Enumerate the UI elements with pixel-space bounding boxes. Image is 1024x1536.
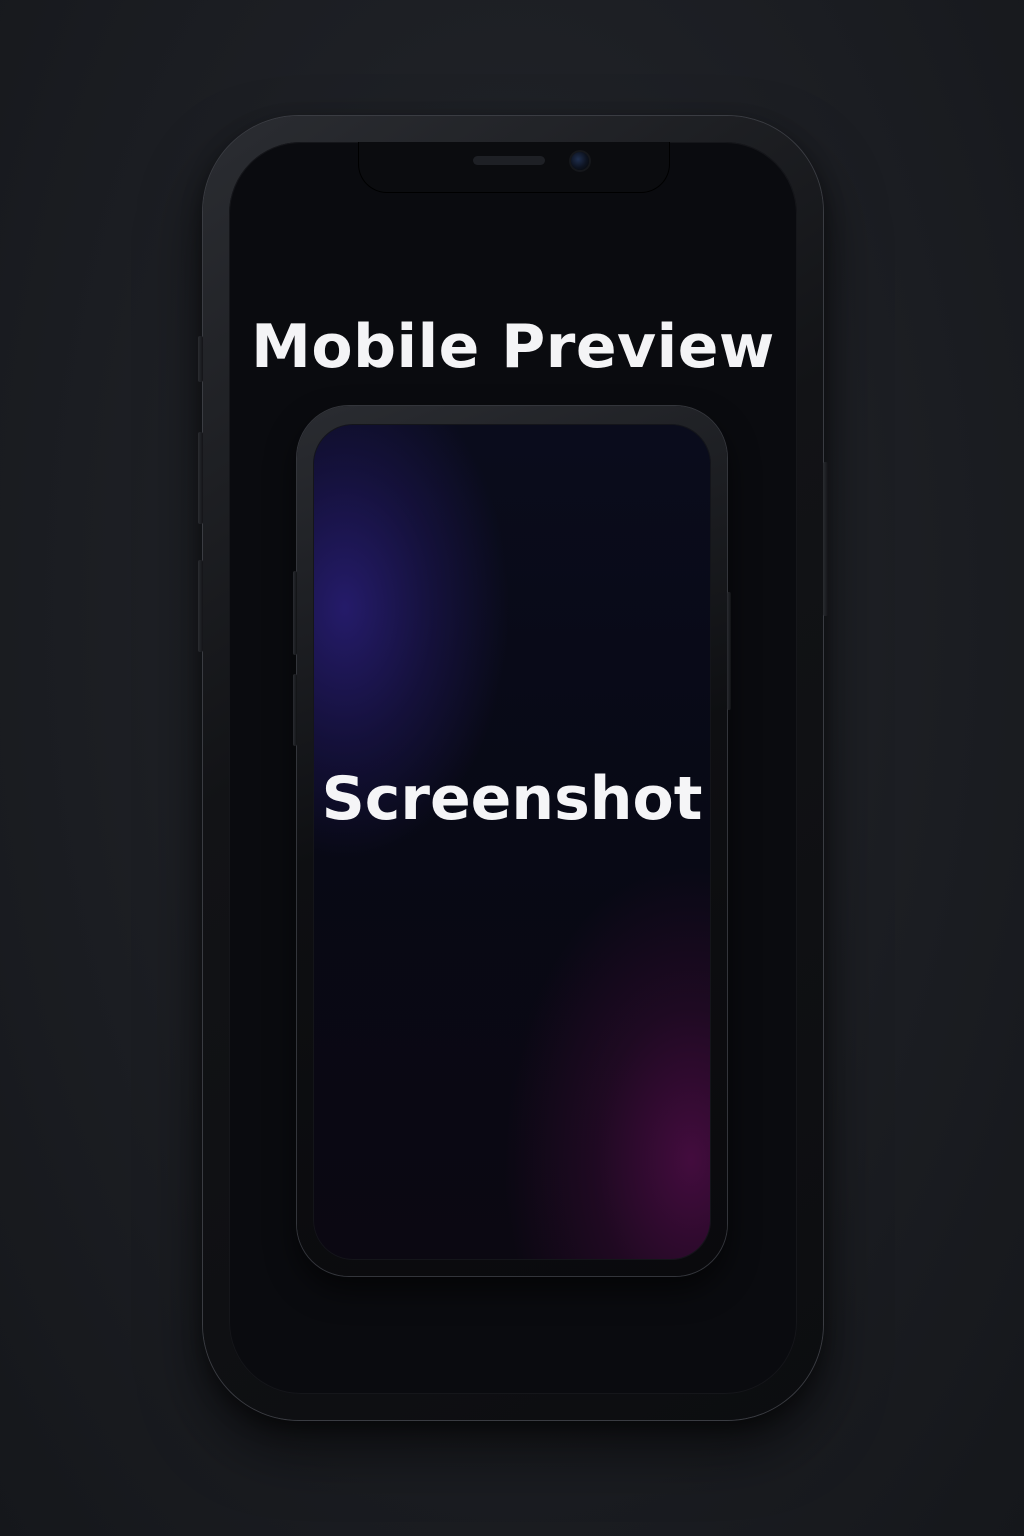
speaker-grille: [473, 156, 545, 165]
power-button: [823, 462, 828, 616]
inner-phone-frame: Screenshot: [293, 406, 731, 1276]
page-title: Mobile Preview: [251, 312, 775, 382]
inner-power-button: [727, 592, 731, 710]
mockup-stage: Mobile Preview Screenshot: [0, 0, 1024, 1536]
phone-notch: [359, 142, 669, 192]
volume-down-button: [198, 560, 203, 652]
screenshot-placeholder[interactable]: Screenshot: [313, 424, 711, 1260]
inner-volume-up-button: [293, 571, 297, 655]
mute-switch: [198, 336, 203, 382]
inner-volume-down-button: [293, 674, 297, 746]
volume-up-button: [198, 432, 203, 524]
front-camera-icon: [571, 152, 589, 170]
screenshot-label: Screenshot: [321, 764, 703, 834]
